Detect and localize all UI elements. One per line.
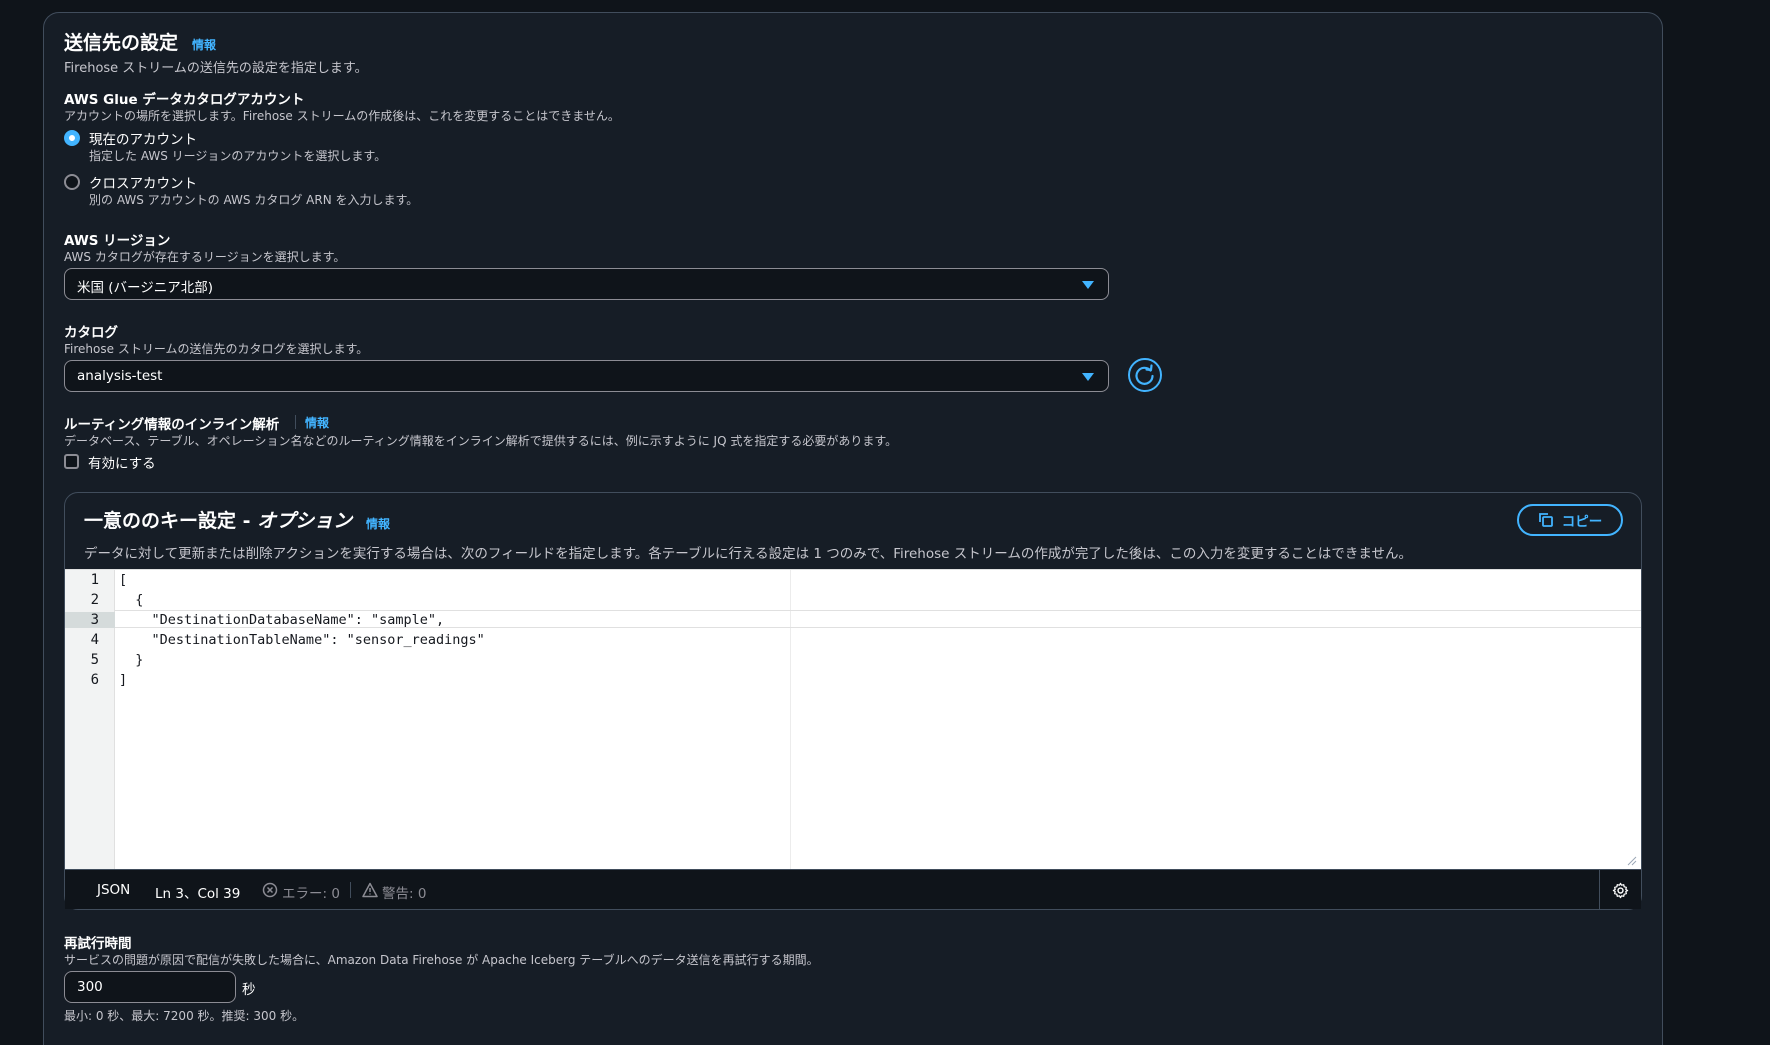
- status-warnings[interactable]: 警告: 0: [382, 882, 426, 902]
- refresh-button[interactable]: [1128, 358, 1162, 392]
- divider: [350, 882, 351, 898]
- editor-status-bar: JSON Ln 3、Col 39 エラー: 0 警告: 0: [65, 869, 1641, 910]
- routing-info-link[interactable]: 情報: [305, 414, 329, 431]
- copy-button-label: コピー: [1561, 514, 1603, 530]
- code-line: [: [119, 572, 128, 588]
- error-icon: [262, 882, 278, 898]
- line-number: 4: [90, 632, 99, 648]
- unique-keys-title: 一意ののキー設定 - オプション: [84, 506, 352, 533]
- unique-keys-title-main: 一意ののキー設定 -: [84, 510, 258, 532]
- code-line: {: [119, 592, 144, 608]
- routing-description: データベース、テーブル、オペレーション名などのルーティング情報をインライン解析で…: [64, 434, 898, 448]
- code-line: "DestinationTableName": "sensor_readings…: [119, 632, 485, 648]
- section-info-link[interactable]: 情報: [192, 36, 216, 53]
- unique-keys-info-link[interactable]: 情報: [366, 515, 390, 532]
- divider: [295, 415, 296, 429]
- resize-handle-icon[interactable]: [1627, 856, 1637, 866]
- radio-current-account-label[interactable]: 現在のアカウント: [89, 128, 197, 148]
- line-number: 2: [90, 592, 99, 608]
- region-select-value: 米国 (バージニア北部): [77, 280, 214, 296]
- retry-description: サービスの問題が原因で配信が失敗した場合に、Amazon Data Fireho…: [64, 953, 819, 967]
- glue-account-description: アカウントの場所を選択します。Firehose ストリームの作成後は、これを変更…: [64, 109, 620, 123]
- catalog-label: カタログ: [64, 325, 118, 341]
- retry-unit: 秒: [242, 982, 256, 998]
- retry-duration-input[interactable]: 300: [64, 971, 236, 1003]
- line-number: 3: [65, 612, 115, 628]
- settings-gear-icon[interactable]: [1612, 882, 1629, 899]
- catalog-select-value: analysis-test: [77, 368, 163, 384]
- glue-account-label: AWS Glue データカタログアカウント: [64, 92, 305, 108]
- refresh-icon: [1135, 364, 1154, 385]
- status-cursor-position: Ln 3、Col 39: [155, 886, 241, 902]
- divider: [1599, 870, 1600, 910]
- status-language: JSON: [97, 882, 131, 898]
- retry-label: 再試行時間: [64, 936, 132, 952]
- retry-constraint: 最小: 0 秒、最大: 7200 秒。推奨: 300 秒。: [64, 1009, 305, 1023]
- line-number: 6: [90, 672, 99, 688]
- unique-keys-title-optional: オプション: [257, 510, 353, 532]
- radio-current-account-description: 指定した AWS リージョンのアカウントを選択します。: [89, 149, 387, 163]
- catalog-select[interactable]: analysis-test: [64, 360, 1109, 392]
- radio-cross-account-description: 別の AWS アカウントの AWS カタログ ARN を入力します。: [89, 193, 419, 207]
- catalog-description: Firehose ストリームの送信先のカタログを選択します。: [64, 342, 369, 356]
- section-description: Firehose ストリームの送信先の設定を指定します。: [64, 61, 368, 76]
- copy-button[interactable]: コピー: [1517, 504, 1623, 536]
- code-editor[interactable]: 1 2 3 4 5 6 [ { "DestinationDatabaseName…: [65, 569, 1641, 869]
- routing-enable-checkbox[interactable]: [64, 454, 79, 469]
- line-number: 1: [90, 572, 99, 588]
- warning-icon: [362, 882, 378, 898]
- line-number: 5: [90, 652, 99, 668]
- radio-current-account[interactable]: [64, 130, 80, 146]
- code-line: "DestinationDatabaseName": "sample",: [119, 612, 445, 628]
- routing-label: ルーティング情報のインライン解析: [64, 417, 280, 433]
- retry-duration-value: 300: [77, 979, 103, 995]
- status-errors[interactable]: エラー: 0: [282, 882, 340, 902]
- region-description: AWS カタログが存在するリージョンを選択します。: [64, 250, 346, 264]
- radio-cross-account-label[interactable]: クロスアカウント: [89, 172, 197, 192]
- region-select[interactable]: 米国 (バージニア北部): [64, 268, 1109, 300]
- unique-keys-description: データに対して更新または削除アクションを実行する場合は、次のフィールドを指定しま…: [84, 546, 1412, 562]
- region-label: AWS リージョン: [64, 233, 171, 249]
- copy-icon: [1538, 513, 1553, 527]
- code-line: ]: [119, 672, 128, 688]
- caret-down-icon: [1082, 373, 1094, 381]
- routing-enable-label[interactable]: 有効にする: [88, 452, 156, 472]
- caret-down-icon: [1082, 281, 1094, 289]
- radio-cross-account[interactable]: [64, 174, 80, 190]
- code-line: }: [119, 652, 144, 668]
- section-title: 送信先の設定: [64, 32, 179, 54]
